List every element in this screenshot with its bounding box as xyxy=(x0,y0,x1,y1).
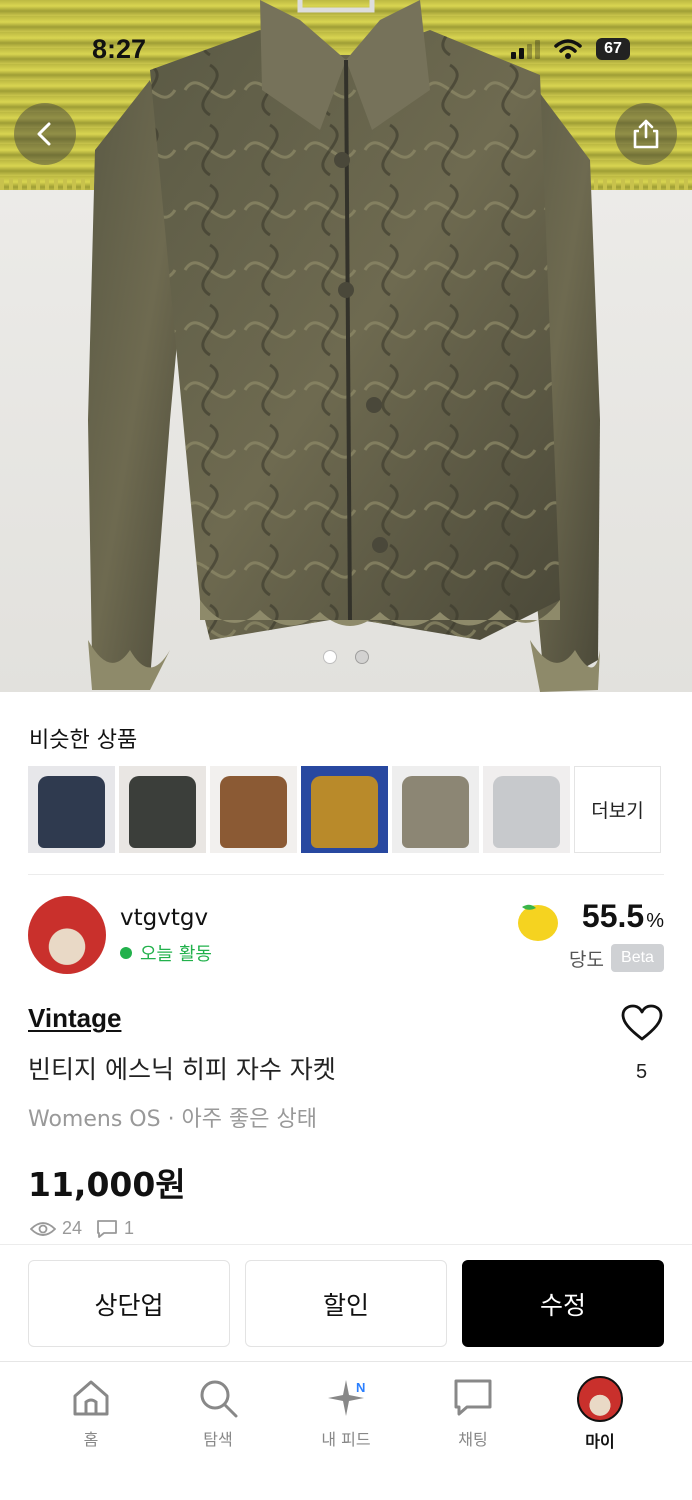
seller-name[interactable]: vtgvtgv xyxy=(120,905,208,931)
similar-items-title: 비슷한 상품 xyxy=(29,728,138,753)
status-icons: 67 xyxy=(511,38,630,60)
tab-explore[interactable]: 탐색 xyxy=(168,1376,268,1450)
tab-chat-label: 채팅 xyxy=(458,1430,488,1449)
carousel-dot-2[interactable] xyxy=(355,650,369,664)
share-button[interactable] xyxy=(615,103,677,165)
seller-action-bar: 상단업 할인 수정 xyxy=(0,1244,692,1361)
similar-item-thumbnail[interactable] xyxy=(28,766,115,853)
tab-my-feed-label: 내 피드 xyxy=(321,1430,371,1449)
search-icon xyxy=(200,1380,238,1418)
discount-button[interactable]: 할인 xyxy=(245,1260,447,1347)
similar-items-list: 더보기 xyxy=(28,766,661,853)
carousel-indicator xyxy=(0,650,692,664)
product-brand-link[interactable]: Vintage xyxy=(28,1003,121,1034)
sweetness-score: 55.5 % xyxy=(582,898,664,935)
back-button[interactable] xyxy=(14,103,76,165)
sweetness-label: 당도 xyxy=(569,949,604,971)
tab-home[interactable]: 홈 xyxy=(41,1376,141,1450)
like-heart-icon[interactable] xyxy=(621,1004,663,1042)
divider xyxy=(28,874,664,875)
seller-avatar[interactable] xyxy=(28,896,106,974)
online-dot-icon xyxy=(120,947,132,959)
beta-badge: Beta xyxy=(611,944,664,972)
status-bar: 8:27 67 xyxy=(0,0,692,100)
apple-icon xyxy=(518,904,558,941)
comment-icon xyxy=(97,1219,117,1238)
share-icon xyxy=(633,119,659,149)
eye-icon xyxy=(30,1221,56,1236)
similar-item-thumbnail[interactable] xyxy=(301,766,388,853)
tab-my[interactable]: 마이 xyxy=(550,1376,650,1452)
tab-chat[interactable]: 채팅 xyxy=(423,1376,523,1450)
similar-item-thumbnail[interactable] xyxy=(119,766,206,853)
comment-count: 1 xyxy=(124,1218,135,1238)
new-badge: N xyxy=(356,1380,366,1395)
tab-home-label: 홈 xyxy=(83,1430,99,1449)
sweetness-value: 55.5 xyxy=(581,898,645,934)
profile-avatar-icon xyxy=(577,1376,623,1422)
more-similar-button[interactable]: 더보기 xyxy=(574,766,661,853)
edit-button[interactable]: 수정 xyxy=(462,1260,664,1347)
status-time: 8:27 xyxy=(92,34,147,64)
product-stats: 24 1 xyxy=(30,1218,134,1239)
bump-button[interactable]: 상단업 xyxy=(28,1260,230,1347)
activity-label: 오늘 활동 xyxy=(140,944,212,965)
product-price: 11,000원 xyxy=(28,1165,186,1204)
tab-my-label: 마이 xyxy=(585,1432,615,1451)
product-size-condition: Womens OS · 아주 좋은 상태 xyxy=(28,1107,317,1132)
similar-item-thumbnail[interactable] xyxy=(392,766,479,853)
like-count: 5 xyxy=(636,1061,648,1083)
tab-my-feed[interactable]: N 내 피드 xyxy=(296,1376,396,1450)
bottom-tab-bar: 홈 탐색 N 내 피드 채팅 마이 xyxy=(0,1361,692,1500)
chat-icon xyxy=(454,1379,492,1416)
similar-item-thumbnail[interactable] xyxy=(483,766,570,853)
wifi-icon xyxy=(554,39,582,59)
view-count: 24 xyxy=(62,1218,83,1238)
tab-explore-label: 탐색 xyxy=(203,1430,233,1449)
similar-item-thumbnail[interactable] xyxy=(210,766,297,853)
product-image-carousel[interactable]: 8:27 67 xyxy=(0,0,692,692)
product-title: 빈티지 에스닉 히피 자수 자켓 xyxy=(28,1055,336,1084)
cellular-signal-icon xyxy=(511,39,540,59)
seller-activity-status: 오늘 활동 xyxy=(120,940,212,966)
home-icon xyxy=(73,1380,109,1416)
sweetness-unit: % xyxy=(646,910,664,932)
jacket-photo xyxy=(88,0,600,692)
battery-icon: 67 xyxy=(596,38,630,60)
chevron-left-icon xyxy=(37,122,51,146)
carousel-dot-1[interactable] xyxy=(323,650,337,664)
